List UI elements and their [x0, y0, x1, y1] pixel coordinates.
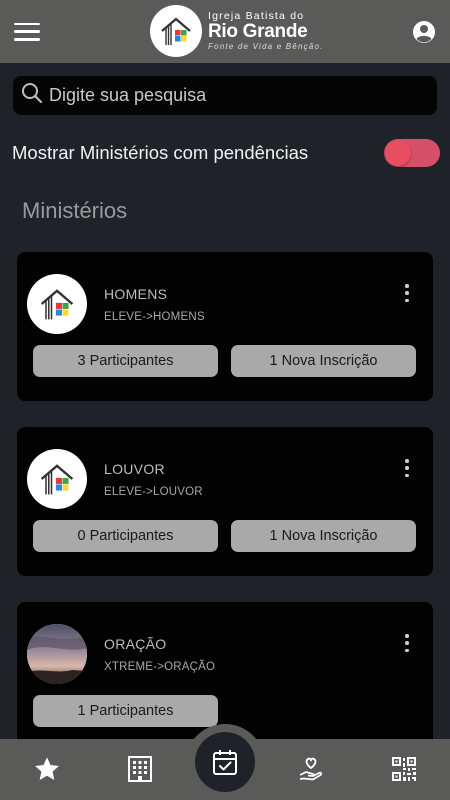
church-logo-icon — [150, 5, 202, 57]
pending-filter-toggle[interactable] — [384, 139, 440, 167]
ministry-path: XTREME->ORAÇÃO — [104, 661, 216, 673]
qr-code-icon[interactable] — [388, 753, 420, 785]
building-icon[interactable] — [124, 753, 156, 785]
sunset-photo — [27, 624, 87, 684]
center-nav-button — [186, 724, 264, 800]
star-icon[interactable] — [31, 753, 63, 785]
pending-filter-label: Mostrar Ministérios com pendências — [12, 142, 309, 163]
brand-top-text: Igreja Batista do — [208, 9, 305, 22]
pending-filter-row: Mostrar Ministérios com pendências — [12, 137, 440, 169]
new-inscription-button[interactable]: 1 Nova Inscrição — [231, 520, 416, 552]
church-logo-icon — [27, 449, 87, 509]
hand-heart-icon[interactable] — [295, 753, 327, 785]
brand-tagline: Fonte de Vida e Bênção. — [208, 42, 324, 52]
ministry-path: ELEVE->LOUVOR — [104, 486, 203, 498]
search-input[interactable] — [49, 85, 419, 106]
new-inscription-button[interactable]: 1 Nova Inscrição — [231, 345, 416, 377]
ministry-card[interactable]: LOUVOR ELEVE->LOUVOR 0 Participantes 1 N… — [17, 427, 433, 576]
more-options-icon[interactable] — [403, 459, 411, 477]
calendar-check-icon[interactable] — [195, 732, 255, 792]
ministry-name: HOMENS — [104, 286, 168, 302]
brand: Igreja Batista do Rio Grande Fonte de Vi… — [150, 5, 324, 57]
brand-title: Rio Grande — [208, 21, 308, 43]
search-icon — [21, 82, 43, 109]
church-logo-icon — [27, 274, 87, 334]
ministry-name: ORAÇÃO — [104, 636, 167, 652]
account-icon[interactable] — [412, 20, 436, 44]
more-options-icon[interactable] — [403, 634, 411, 652]
ministry-name: LOUVOR — [104, 461, 165, 477]
participants-button[interactable]: 0 Participantes — [33, 520, 218, 552]
participants-button[interactable]: 3 Participantes — [33, 345, 218, 377]
section-title: Ministérios — [22, 198, 128, 223]
search-bar[interactable] — [13, 76, 437, 115]
app-header: Igreja Batista do Rio Grande Fonte de Vi… — [0, 0, 450, 63]
more-options-icon[interactable] — [403, 284, 411, 302]
ministry-card[interactable]: HOMENS ELEVE->HOMENS 3 Participantes 1 N… — [17, 252, 433, 401]
menu-icon[interactable] — [14, 22, 40, 41]
participants-button[interactable]: 1 Participantes — [33, 695, 218, 727]
ministry-path: ELEVE->HOMENS — [104, 311, 205, 323]
